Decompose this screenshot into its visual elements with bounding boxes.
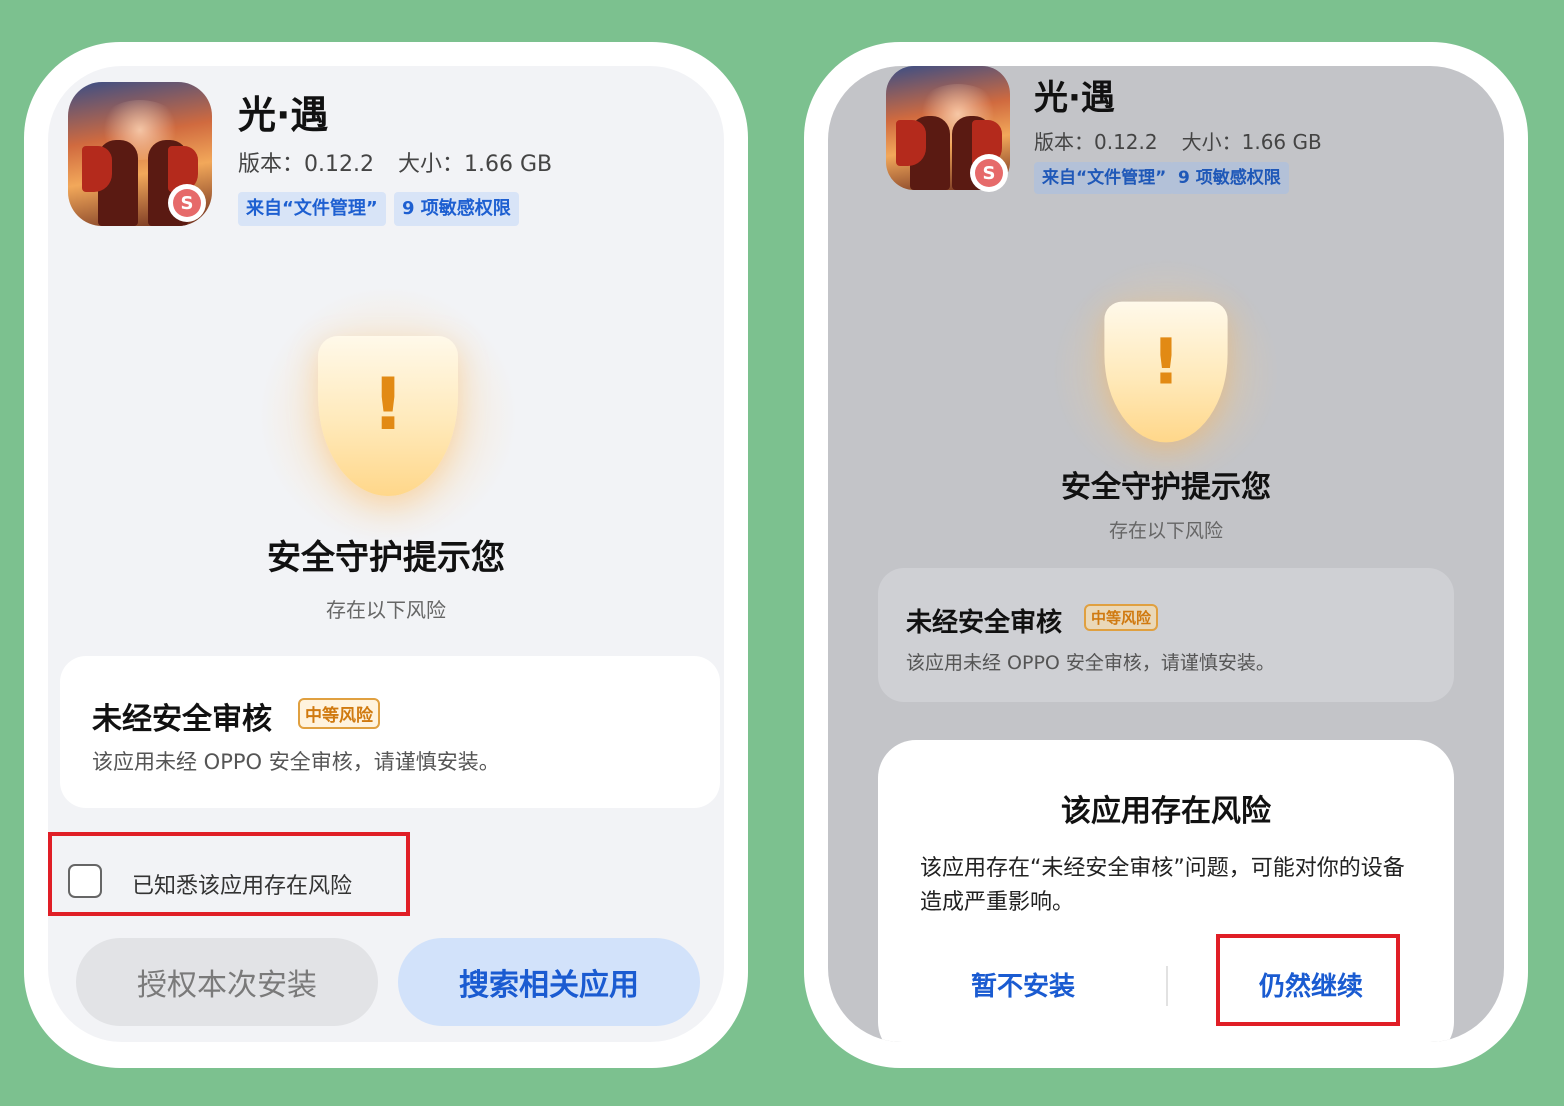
app-name: 光·遇: [238, 93, 329, 137]
warning-subtitle: 存在以下风险: [326, 598, 446, 622]
app-size: 大小：1.66 GB: [1181, 130, 1322, 154]
risk-description: 该应用未经 OPPO 安全审核，请谨慎安装。: [906, 652, 1275, 674]
source-badge-icon: S: [970, 154, 1008, 192]
warning-subtitle: 存在以下风险: [1108, 520, 1223, 542]
phone-frame-left: S 光·遇 版本：0.12.2 大小：1.66 GB 来自“文件管理” 9 项敏感…: [24, 42, 748, 1068]
risk-description: 该应用未经 OPPO 安全审核，请谨慎安装。: [92, 750, 500, 774]
risk-dialog: 该应用存在风险 该应用存在“未经安全审核”问题，可能对你的设备造成严重影响。 暂…: [878, 740, 1454, 1042]
install-screen: S 光·遇 版本：0.12.2 大小：1.66 GB 来自“文件管理” 9 项敏感…: [48, 66, 724, 1042]
install-screen-dimmed: S 光·遇 版本：0.12.2 大小：1.66 GB 来自“文件管理” 9 项敏感…: [828, 66, 1504, 1042]
risk-title: 未经安全审核: [906, 608, 1063, 638]
dialog-title: 该应用存在风险: [1061, 794, 1271, 829]
warning-shield: !: [1051, 257, 1281, 487]
risk-card: 未经安全审核 中等风险 该应用未经 OPPO 安全审核，请谨慎安装。: [878, 568, 1454, 702]
cancel-install-button[interactable]: 暂不安装: [918, 966, 1128, 1003]
app-size: 大小：1.66 GB: [397, 152, 553, 177]
app-meta: 版本：0.12.2 大小：1.66 GB: [238, 146, 552, 178]
risk-title: 未经安全审核: [92, 702, 272, 737]
source-badge-icon: S: [168, 184, 206, 222]
app-name: 光·遇: [1034, 78, 1115, 118]
app-version: 版本：0.12.2: [238, 152, 374, 177]
warning-title: 安全守护提示您: [267, 538, 505, 578]
highlight-box: [1216, 934, 1400, 1026]
authorize-install-button[interactable]: 授权本次安装: [76, 938, 378, 1026]
dialog-button-divider: [1166, 966, 1168, 1006]
app-version: 版本：0.12.2: [1034, 130, 1158, 154]
dialog-body: 该应用存在“未经安全审核”问题，可能对你的设备造成严重影响。: [920, 856, 1405, 915]
permissions-tag[interactable]: 9 项敏感权限: [1170, 162, 1289, 194]
warning-shield: !: [258, 286, 518, 546]
permissions-tag[interactable]: 9 项敏感权限: [394, 192, 519, 226]
source-tag[interactable]: 来自“文件管理”: [238, 192, 386, 226]
app-meta: 版本：0.12.2 大小：1.66 GB: [1034, 126, 1322, 155]
highlight-box: [48, 832, 410, 916]
risk-level-badge: 中等风险: [298, 698, 380, 729]
warning-title: 安全守护提示您: [1061, 470, 1271, 505]
source-tag[interactable]: 来自“文件管理”: [1034, 162, 1175, 194]
risk-card: 未经安全审核 中等风险 该应用未经 OPPO 安全审核，请谨慎安装。: [60, 656, 720, 808]
phone-frame-right: S 光·遇 版本：0.12.2 大小：1.66 GB 来自“文件管理” 9 项敏感…: [804, 42, 1528, 1068]
search-related-apps-button[interactable]: 搜索相关应用: [398, 938, 700, 1026]
risk-level-badge: 中等风险: [1084, 604, 1159, 631]
